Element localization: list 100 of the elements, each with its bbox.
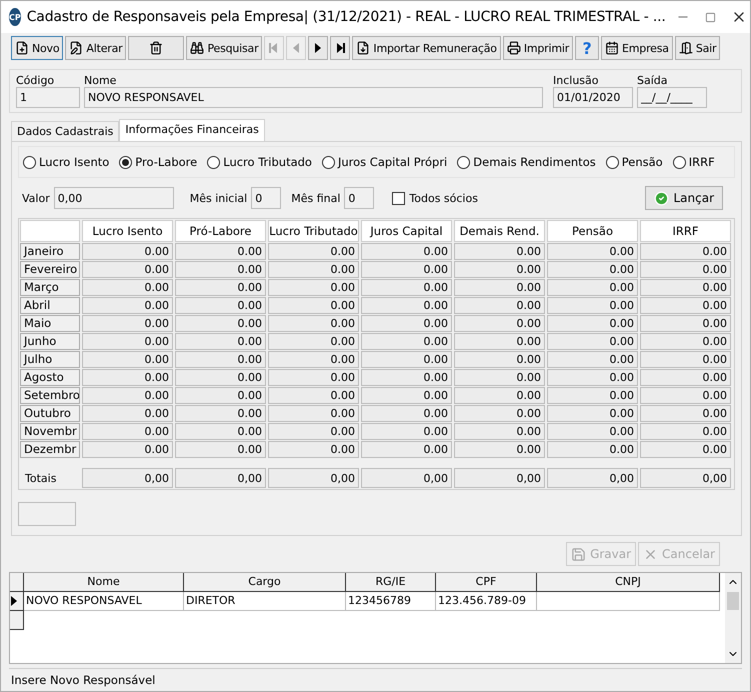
date-field[interactable]: __/__/____ — [637, 87, 707, 108]
toolbar-button[interactable]: Empresa — [601, 36, 673, 60]
table-cell: 0.00 — [454, 369, 545, 386]
table-cell: 0.00 — [640, 333, 731, 350]
radio-label: Lucro Tributado — [223, 155, 312, 169]
table-cell: 0.00 — [361, 441, 452, 458]
radio-button[interactable] — [119, 156, 132, 168]
toolbar-button[interactable]: Pesquisar — [186, 36, 262, 60]
delete-button[interactable] — [128, 36, 184, 60]
table-cell: 0.00 — [547, 279, 638, 296]
field-label: Mês inicial — [190, 192, 248, 204]
table-cell: 0.00 — [175, 243, 266, 260]
toolbar-button[interactable]: Importar Remuneração — [352, 36, 501, 60]
table-cell: 0.00 — [361, 243, 452, 260]
radio-button[interactable] — [322, 156, 335, 168]
table-cell: 0.00 — [82, 333, 173, 350]
column-header: CNPJ — [537, 573, 720, 592]
table-cell: 0.00 — [175, 279, 266, 296]
navigation-button[interactable] — [308, 36, 328, 60]
value-field[interactable]: 0,00 — [54, 187, 174, 209]
total-cell: 0,00 — [361, 468, 452, 488]
help-button[interactable]: ? — [575, 36, 600, 60]
toolbar-button[interactable]: Sair — [674, 36, 720, 60]
table-cell: 0.00 — [175, 387, 266, 404]
checkbox-label: Todos sócios — [409, 192, 478, 204]
table-cell: 0.00 — [175, 441, 266, 458]
binoculars-icon — [190, 41, 204, 55]
table-cell: 0.00 — [547, 369, 638, 386]
field-label: Nome — [84, 74, 118, 87]
table-cell: 0.00 — [268, 261, 359, 278]
radio-button[interactable] — [606, 156, 619, 168]
month-cell: Fevereiro — [20, 261, 80, 278]
date-field[interactable]: 01/01/2020 — [553, 87, 633, 108]
table-cell: 0.00 — [175, 333, 266, 350]
toolbar-button[interactable]: Imprimir — [502, 36, 574, 60]
check-icon — [654, 190, 670, 206]
table-cell: DIRETOR — [184, 592, 346, 611]
radio-button[interactable] — [457, 156, 470, 168]
column-header: IRRF — [640, 220, 731, 242]
table-cell: 0.00 — [640, 261, 731, 278]
tab[interactable]: Dados Cadastrais — [11, 121, 120, 141]
next-icon — [313, 42, 324, 54]
total-cell: 0,00 — [175, 468, 266, 488]
printer-icon — [506, 41, 521, 55]
checkbox[interactable] — [392, 192, 406, 204]
radio-button[interactable] — [672, 156, 686, 168]
toolbar-button[interactable]: Alterar — [65, 36, 126, 60]
table-cell: 0.00 — [268, 423, 359, 440]
table-cell: 0.00 — [454, 351, 545, 368]
table-cell: 0.00 — [82, 387, 173, 404]
app-logo: CP — [9, 8, 21, 26]
code-field[interactable]: 1 — [16, 87, 80, 108]
table-cell: 0.00 — [82, 243, 173, 260]
table-cell: 0.00 — [547, 387, 638, 404]
table-cell: 0.00 — [82, 405, 173, 422]
edit-file-icon — [69, 41, 84, 55]
tab[interactable]: Informações Financeiras — [119, 119, 265, 141]
table-cell: 0.00 — [547, 261, 638, 278]
header-cell — [10, 573, 24, 592]
maximize-icon[interactable] — [705, 12, 716, 22]
row-indicator[interactable] — [10, 592, 24, 611]
pointer-icon — [10, 596, 18, 606]
radio-button[interactable] — [207, 156, 220, 168]
table-cell: 0.00 — [640, 315, 731, 332]
month-cell: Janeiro — [20, 243, 80, 260]
table-cell: 0.00 — [175, 369, 266, 386]
table-cell: 0.00 — [547, 315, 638, 332]
table-cell: 0.00 — [640, 405, 731, 422]
table-cell: 0.00 — [361, 387, 452, 404]
table-cell: 123.456.789-09 — [436, 592, 537, 611]
toolbar-button[interactable]: Novo — [11, 36, 64, 60]
column-header: Nome — [24, 573, 184, 592]
navigation-button[interactable] — [330, 36, 350, 60]
window-title: Cadastro de Responsaveis pela Empresa| (31/12/2021) - REAL - LUCRO REAL TRIMESTRAL - ... — [26, 9, 666, 25]
month-cell: Agosto — [20, 369, 80, 386]
next-icon — [335, 42, 346, 54]
trash-icon — [149, 41, 164, 55]
name-field[interactable]: NOVO RESPONSAVEL — [84, 87, 543, 108]
column-header: Juros Capital — [361, 220, 452, 242]
download-icon — [356, 41, 370, 55]
radio-button[interactable] — [23, 156, 36, 168]
scroll-thumb[interactable] — [727, 592, 739, 610]
table-cell: 0.00 — [640, 369, 731, 386]
table-cell: 0.00 — [454, 423, 545, 440]
table-cell: NOVO RESPONSAVEL — [24, 592, 184, 611]
field-label: Valor — [22, 192, 50, 204]
total-cell: 0,00 — [640, 468, 731, 488]
previous-icon — [291, 42, 302, 54]
empty-field — [18, 502, 76, 526]
table-cell: 0.00 — [175, 351, 266, 368]
launch-button[interactable]: Lançar — [645, 186, 723, 210]
field-label: Inclusão — [553, 74, 600, 87]
column-header: RG/IE — [346, 573, 436, 592]
month-field[interactable]: 0 — [251, 187, 282, 209]
column-header: Demais Rend. — [454, 220, 545, 242]
table-cell: 0.00 — [454, 261, 545, 278]
month-field[interactable]: 0 — [344, 187, 374, 209]
table-cell: 0.00 — [361, 423, 452, 440]
table-cell: 0.00 — [361, 405, 452, 422]
row-indicator[interactable] — [10, 611, 24, 630]
